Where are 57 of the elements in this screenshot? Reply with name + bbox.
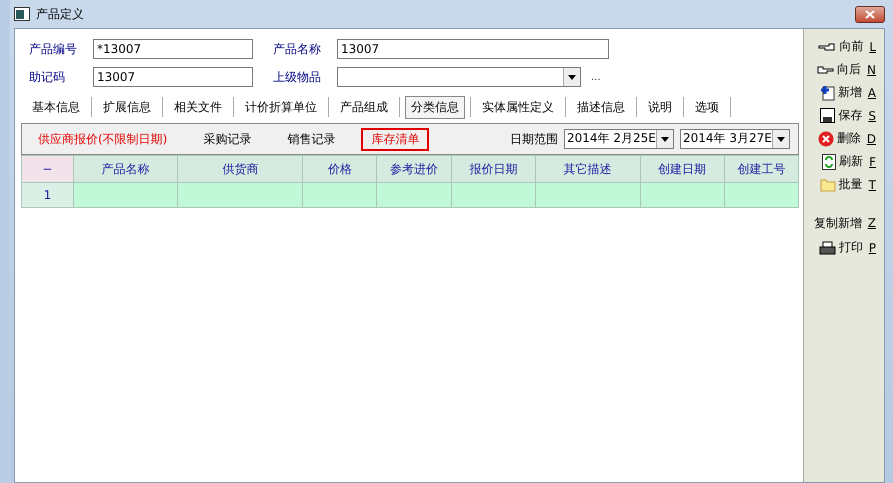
close-icon xyxy=(865,10,875,18)
column-header: 供货商 xyxy=(178,156,303,182)
column-header: 创建日期 xyxy=(640,156,724,182)
sub-tab[interactable]: 供应商报价(不限制日期) xyxy=(28,128,178,150)
column-header: 报价日期 xyxy=(451,156,536,182)
date-picker[interactable]: 2014年 3月27E xyxy=(680,129,790,149)
more-button[interactable]: ... xyxy=(591,72,601,82)
dropdown-arrow-icon xyxy=(777,136,785,142)
sub-tab[interactable]: 采购记录 xyxy=(193,128,262,150)
window-title: 产品定义 xyxy=(36,6,85,22)
sub-tab[interactable]: 销售记录 xyxy=(277,128,346,150)
window-icon xyxy=(14,7,30,21)
column-header: 产品名称 xyxy=(73,156,178,182)
column-header: 其它描述 xyxy=(535,156,640,182)
toolbar-button[interactable]: 新增 A xyxy=(820,81,884,104)
row-number: 1 xyxy=(22,182,74,208)
tab[interactable]: 产品组成 xyxy=(334,96,394,118)
tab[interactable]: 计价折算单位 xyxy=(239,96,323,118)
tab[interactable]: 基本信息 xyxy=(26,96,86,118)
toolbar-button[interactable]: 向前 L xyxy=(818,35,884,58)
column-header: 参考进价 xyxy=(376,156,452,182)
tab[interactable]: 选项 xyxy=(689,96,725,118)
column-header: 创建工号 xyxy=(724,156,798,182)
new-document-icon xyxy=(820,84,835,100)
tab[interactable]: 相关文件 xyxy=(168,96,228,118)
toolbar-button[interactable]: 向后 N xyxy=(816,58,884,81)
delete-icon xyxy=(818,130,834,146)
toolbar-button[interactable]: 复制新增 Z xyxy=(814,210,884,236)
dropdown-arrow-icon xyxy=(568,74,576,80)
toolbar-button[interactable]: 刷新 F xyxy=(822,150,884,173)
header-cell: − xyxy=(22,156,74,182)
sub-tab[interactable]: 库存清单 xyxy=(361,128,430,150)
printer-icon xyxy=(818,240,836,254)
tab[interactable]: 描述信息 xyxy=(571,96,631,118)
input-field[interactable]: 13007 xyxy=(337,39,609,59)
dropdown-arrow-icon xyxy=(661,136,669,142)
dropdown-field[interactable] xyxy=(337,67,581,87)
input-field[interactable]: 13007 xyxy=(93,67,253,87)
tab[interactable]: 实体属性定义 xyxy=(476,96,560,118)
tab[interactable]: 说明 xyxy=(642,96,678,118)
field-label: 上级物品 xyxy=(272,68,322,86)
date-range-label: 日期范围 xyxy=(510,130,558,148)
field-label: 产品名称 xyxy=(272,40,322,58)
toolbar-button[interactable]: 打印 P xyxy=(818,236,884,259)
toolbar-button[interactable]: 保存 S xyxy=(820,104,884,127)
column-header: 价格 xyxy=(302,156,377,182)
close-button[interactable] xyxy=(855,6,885,22)
folder-icon xyxy=(820,178,836,192)
tab[interactable]: 扩展信息 xyxy=(97,96,157,118)
tab[interactable]: 分类信息 xyxy=(405,96,465,118)
field-label: 产品编号 xyxy=(28,40,78,58)
input-field[interactable]: *13007 xyxy=(93,39,253,59)
refresh-icon xyxy=(822,154,836,170)
toolbar-button[interactable]: 删除 D xyxy=(818,127,884,150)
field-label: 助记码 xyxy=(28,68,66,86)
date-picker[interactable]: 2014年 2月25E xyxy=(564,129,674,149)
toolbar-button[interactable]: 批量 T xyxy=(820,173,884,196)
